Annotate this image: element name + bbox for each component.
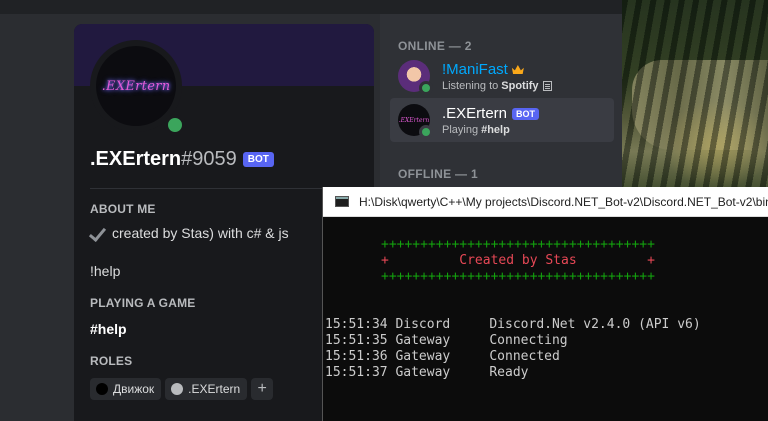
role-name: Движок xyxy=(113,382,155,396)
console-line: + Created by Stas + xyxy=(381,253,655,268)
console-line: 15:51:37 Gateway Ready xyxy=(325,365,529,380)
about-me-body: created by Stas) with c# & js xyxy=(112,225,289,241)
about-me-extra: !help xyxy=(90,263,121,279)
add-role-button[interactable]: + xyxy=(251,378,274,400)
about-me-title: ABOUT ME xyxy=(90,202,156,216)
offline-header: OFFLINE — 1 xyxy=(398,167,478,181)
avatar-image: .EXErtern xyxy=(96,46,176,126)
profile-divider xyxy=(90,188,358,189)
activity-prefix: Playing xyxy=(442,123,479,136)
activity-prefix: Listening to xyxy=(442,79,499,92)
member-activity: Playing #help xyxy=(442,124,539,136)
top-bar xyxy=(0,0,622,14)
avatar xyxy=(398,60,433,95)
game-name: #help xyxy=(90,321,127,337)
role-pill[interactable]: .EXErtern xyxy=(165,378,248,400)
online-status-icon xyxy=(419,81,433,95)
avatar-logo-text: .EXErtern xyxy=(398,116,430,124)
roles-list: Движок .EXErtern + xyxy=(90,378,274,400)
member-item-exertern[interactable]: .EXErtern .EXErtern BOT Playing #help xyxy=(390,98,614,142)
role-name: .EXErtern xyxy=(188,382,241,396)
activity-name: Spotify xyxy=(501,79,539,92)
console-app-icon xyxy=(335,196,349,207)
avatar-logo-text: .EXErtern xyxy=(101,78,171,94)
role-color-dot[interactable] xyxy=(96,383,108,395)
console-line: 15:51:34 Discord Discord.Net v2.4.0 (API… xyxy=(325,317,701,332)
role-pill[interactable]: Движок xyxy=(90,378,162,400)
profile-avatar[interactable]: .EXErtern xyxy=(90,40,186,136)
activity-name: #help xyxy=(481,123,510,136)
member-item-manifast[interactable]: !ManiFast Listening to Spotify xyxy=(390,54,614,98)
profile-discriminator[interactable]: #9059 xyxy=(181,148,237,171)
member-activity: Listening to Spotify xyxy=(442,80,552,92)
avatar: .EXErtern xyxy=(398,104,433,139)
console-output[interactable]: +++++++++++++++++++++++++++++++++++ + Cr… xyxy=(323,217,768,380)
console-line: +++++++++++++++++++++++++++++++++++ xyxy=(381,237,655,252)
role-color-dot[interactable] xyxy=(171,383,184,395)
member-name: .EXErtern xyxy=(442,105,508,122)
crown-icon xyxy=(511,65,524,74)
bot-badge: BOT xyxy=(512,107,540,120)
console-line: +++++++++++++++++++++++++++++++++++ xyxy=(381,269,655,284)
console-title-bar[interactable]: H:\Disk\qwerty\C++\My projects\Discord.N… xyxy=(323,187,768,217)
console-title: H:\Disk\qwerty\C++\My projects\Discord.N… xyxy=(359,194,768,209)
profile-name-row: .EXErtern #9059 BOT xyxy=(90,148,274,171)
roles-title: ROLES xyxy=(90,354,133,368)
console-window[interactable]: H:\Disk\qwerty\C++\My projects\Discord.N… xyxy=(322,187,768,421)
bot-badge: BOT xyxy=(242,152,274,167)
online-status-icon xyxy=(164,114,186,136)
console-line: 15:51:35 Gateway Connecting xyxy=(325,333,568,348)
online-header: ONLINE — 2 xyxy=(398,39,472,53)
playing-game-title: PLAYING A GAME xyxy=(90,296,196,310)
console-line: 15:51:36 Gateway Connected xyxy=(325,349,560,364)
checkmark-icon xyxy=(90,224,108,242)
about-me-text: created by Stas) with c# & js xyxy=(90,224,289,242)
online-status-icon xyxy=(419,125,433,139)
profile-username[interactable]: .EXErtern xyxy=(90,148,181,171)
member-name: !ManiFast xyxy=(442,61,508,78)
rich-presence-icon xyxy=(542,80,552,91)
